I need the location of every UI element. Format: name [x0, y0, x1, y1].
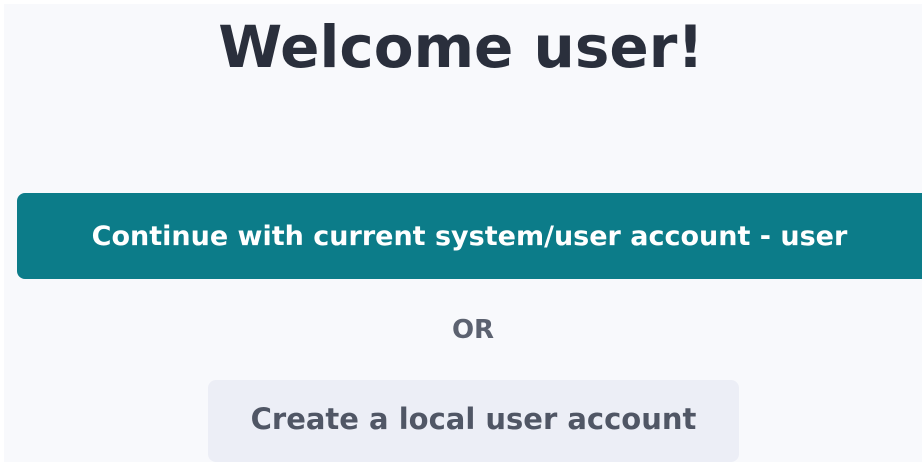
create-local-account-button[interactable]: Create a local user account — [208, 380, 739, 462]
or-separator: OR — [451, 315, 495, 345]
page-title: Welcome user! — [218, 13, 704, 81]
continue-button-label: Continue with current system/user accoun… — [91, 220, 848, 252]
create-account-button-label: Create a local user account — [250, 402, 697, 436]
continue-with-current-account-button[interactable]: Continue with current system/user accoun… — [17, 193, 922, 279]
